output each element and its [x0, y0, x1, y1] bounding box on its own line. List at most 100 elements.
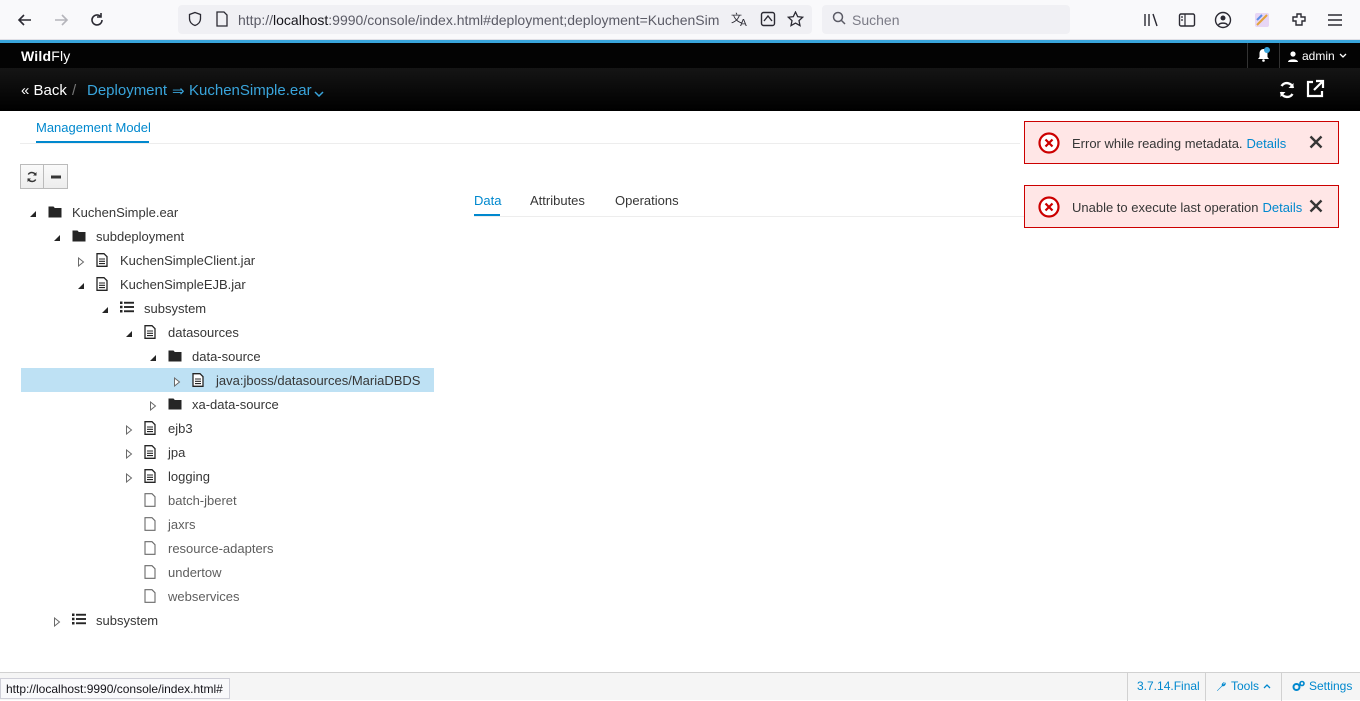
- toast-text: Unable to execute last operation: [1072, 200, 1259, 215]
- user-menu[interactable]: admin: [1288, 49, 1347, 63]
- tree-node-selected[interactable]: java:jboss/datasources/MariaDBDS: [21, 368, 434, 392]
- tree-node[interactable]: webservices: [0, 584, 440, 608]
- tree-node-label: jpa: [168, 445, 186, 460]
- collapsed-toggle-icon[interactable]: [124, 423, 134, 436]
- tree-node[interactable]: subsystem: [0, 296, 440, 320]
- collapsed-toggle-icon[interactable]: [52, 615, 62, 628]
- version-link[interactable]: 3.7.14.Final: [1137, 679, 1200, 693]
- breadcrumb-separator: ⇒: [172, 83, 185, 100]
- toast-text: Error while reading metadata.: [1072, 136, 1243, 151]
- tab-divider: [20, 143, 1020, 144]
- search-icon: [832, 11, 846, 30]
- url-text[interactable]: http://localhost:9990/console/index.html…: [238, 12, 720, 28]
- external-link-icon[interactable]: [1305, 79, 1325, 104]
- url-bar[interactable]: http://localhost:9990/console/index.html…: [178, 5, 812, 34]
- collapsed-toggle-icon[interactable]: [172, 375, 182, 388]
- brand-rest: Fly: [51, 48, 71, 64]
- tree-node[interactable]: jaxrs: [0, 512, 440, 536]
- chevron-up-icon: [1263, 684, 1271, 689]
- tree-node[interactable]: KuchenSimple.ear: [0, 200, 440, 224]
- menu-hamburger-icon[interactable]: [1324, 9, 1346, 31]
- bookmark-star-icon[interactable]: [786, 10, 805, 32]
- tree-collapse-button[interactable]: [44, 164, 68, 189]
- tree-node-label: webservices: [168, 589, 240, 604]
- file-icon: [144, 445, 158, 459]
- refresh-icon: [27, 171, 37, 182]
- error-circle-icon: [1038, 132, 1060, 159]
- tree-node[interactable]: datasources: [0, 320, 440, 344]
- collapsed-toggle-icon[interactable]: [124, 471, 134, 484]
- tree-node[interactable]: resource-adapters: [0, 536, 440, 560]
- expanded-toggle-icon[interactable]: [124, 327, 134, 337]
- shield-icon[interactable]: [187, 11, 203, 32]
- tree-node-label: jaxrs: [168, 517, 196, 532]
- tree-node[interactable]: ejb3: [0, 416, 440, 440]
- tree-node-label: subdeployment: [96, 229, 185, 244]
- close-icon[interactable]: [1309, 135, 1323, 154]
- chevron-down-icon[interactable]: [314, 85, 324, 103]
- extensions-icon[interactable]: [1288, 9, 1310, 31]
- tree-node-label: subsystem: [96, 613, 159, 628]
- tab-management-model[interactable]: Management Model: [36, 120, 151, 135]
- library-icon[interactable]: [1141, 9, 1163, 31]
- toast-message: Unable to execute last operation Details: [1072, 200, 1302, 215]
- collapsed-toggle-icon[interactable]: [124, 447, 134, 460]
- minus-icon: [50, 175, 61, 178]
- tab-data[interactable]: Data: [474, 193, 501, 208]
- toast-details-link[interactable]: Details: [1247, 136, 1287, 151]
- account-icon[interactable]: [1212, 9, 1234, 31]
- tree-node[interactable]: KuchenSimpleClient.jar: [0, 248, 440, 272]
- tree-node-label: data-source: [192, 349, 261, 364]
- expanded-toggle-icon[interactable]: [28, 207, 38, 217]
- tools-menu[interactable]: Tools: [1216, 679, 1271, 693]
- close-icon[interactable]: [1309, 199, 1323, 218]
- extension-color-icon[interactable]: [1251, 9, 1273, 31]
- file-outline-icon: [144, 565, 158, 579]
- footer-divider: [1127, 673, 1128, 701]
- tab-attributes[interactable]: Attributes: [530, 193, 585, 208]
- breadcrumb-bar: « Back / Deployment ⇒ KuchenSimple.ear: [0, 68, 1360, 111]
- back-arrow-icon[interactable]: [13, 8, 37, 32]
- sidebar-icon[interactable]: [1176, 9, 1198, 31]
- reader-view-icon[interactable]: [760, 11, 776, 32]
- toast-message: Error while reading metadata. Details: [1072, 136, 1286, 151]
- tree-node[interactable]: undertow: [0, 560, 440, 584]
- back-link[interactable]: « Back: [21, 82, 67, 99]
- tree-node-label: ejb3: [168, 421, 193, 436]
- breadcrumb-current[interactable]: KuchenSimple.ear: [189, 82, 312, 99]
- forward-arrow-icon[interactable]: [49, 8, 73, 32]
- collapsed-toggle-icon[interactable]: [76, 255, 86, 268]
- refresh-icon[interactable]: [1278, 81, 1296, 104]
- page-info-icon[interactable]: [215, 11, 229, 32]
- expanded-toggle-icon[interactable]: [52, 231, 62, 241]
- chevron-down-icon: [1339, 53, 1347, 58]
- tab-operations[interactable]: Operations: [615, 193, 679, 208]
- breadcrumb-deployment[interactable]: Deployment: [87, 82, 167, 99]
- expanded-toggle-icon[interactable]: [100, 303, 110, 313]
- tree-node[interactable]: subdeployment: [0, 224, 440, 248]
- collapsed-toggle-icon[interactable]: [148, 399, 158, 412]
- tree-toolbar: [20, 164, 68, 189]
- settings-link[interactable]: Settings: [1292, 679, 1352, 693]
- reload-icon[interactable]: [85, 8, 109, 32]
- brand-logo[interactable]: WildFly: [21, 48, 71, 64]
- toast-details-link[interactable]: Details: [1262, 200, 1302, 215]
- tree-node[interactable]: KuchenSimpleEJB.jar: [0, 272, 440, 296]
- file-outline-icon: [144, 493, 158, 507]
- tree-node[interactable]: logging: [0, 464, 440, 488]
- search-bar[interactable]: Suchen: [822, 5, 1070, 34]
- tree-node[interactable]: jpa: [0, 440, 440, 464]
- expanded-toggle-icon[interactable]: [76, 279, 86, 289]
- notification-bell-icon[interactable]: [1257, 47, 1270, 67]
- browser-toolbar: http://localhost:9990/console/index.html…: [0, 0, 1360, 40]
- tree-refresh-button[interactable]: [20, 164, 44, 189]
- translate-icon[interactable]: 文A: [731, 11, 749, 32]
- tree-node[interactable]: subsystem: [0, 608, 440, 632]
- tree-node-label: xa-data-source: [192, 397, 279, 412]
- tree-node[interactable]: data-source: [0, 344, 440, 368]
- tree-node[interactable]: xa-data-source: [0, 392, 440, 416]
- file-icon: [96, 277, 110, 291]
- footer-divider: [1205, 673, 1206, 701]
- tree-node[interactable]: batch-jberet: [0, 488, 440, 512]
- expanded-toggle-icon[interactable]: [148, 351, 158, 361]
